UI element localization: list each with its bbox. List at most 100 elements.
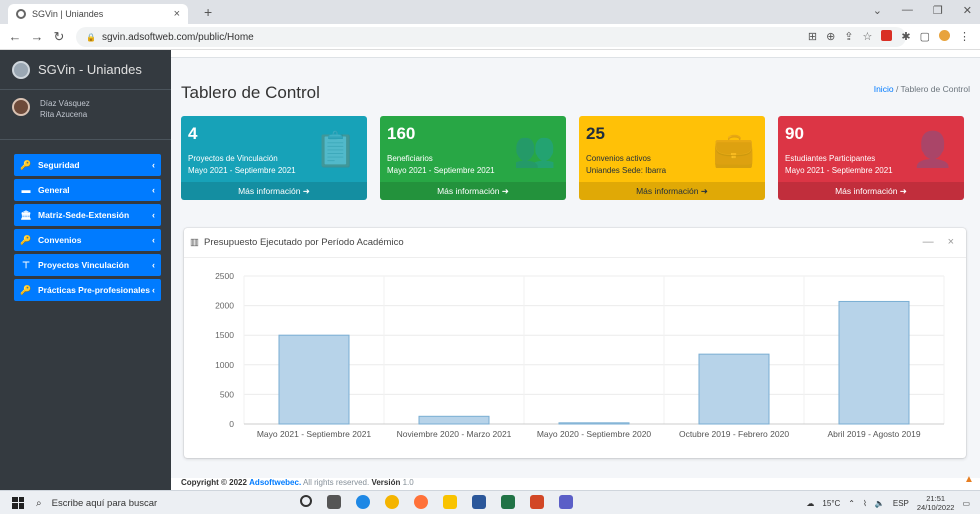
extension-icon[interactable] (881, 30, 893, 41)
user-panel[interactable]: Díaz Vásquez Rita Azucena (0, 90, 171, 140)
box-label: Beneficiarios (387, 154, 433, 163)
close-window-button[interactable]: ✕ (963, 4, 972, 17)
bar (698, 353, 770, 425)
maximize-button[interactable]: ❐ (933, 4, 943, 17)
y-tick-label: 500 (220, 389, 234, 399)
briefcase-icon: 💼 (712, 131, 755, 169)
box-sublabel: Uniandes Sede: Ibarra (586, 166, 667, 175)
star-icon[interactable]: ☆ (863, 30, 873, 43)
network-icon[interactable]: ⌇ (863, 499, 867, 508)
chrome-icon[interactable] (385, 495, 399, 509)
sidebar-item-matriz-sede-extension[interactable]: 🏛 Matriz-Sede-Extensión ‹ (14, 204, 161, 226)
file-explorer-icon[interactable] (443, 495, 457, 509)
card-title: Presupuesto Ejecutado por Período Académ… (203, 237, 404, 248)
powerpoint-icon[interactable] (530, 495, 544, 509)
sidebar: SGVin - Uniandes Díaz Vásquez Rita Azuce… (0, 50, 171, 490)
page-title: Tablero de Control (181, 83, 320, 102)
x-tick-label: Abril 2019 - Agosto 2019 (827, 429, 920, 439)
copyright-text: Copyright © 2022 (181, 478, 247, 487)
excel-icon[interactable] (501, 495, 515, 509)
box-value: 25 (586, 124, 605, 143)
chevron-down-icon[interactable]: ⌄ (873, 4, 882, 17)
box-label: Estudiantes Participantes (785, 154, 876, 163)
volume-icon[interactable]: 🔈 (875, 499, 885, 508)
language-indicator[interactable]: ESP (893, 499, 909, 508)
browser-tab[interactable]: SGVin | Uniandes × (8, 4, 188, 24)
sidebar-item-convenios[interactable]: 🔑 Convenios ‹ (14, 229, 161, 251)
box-sublabel: Mayo 2021 - Septiembre 2021 (785, 166, 893, 175)
url-input[interactable]: 🔒 sgvin.adsoftweb.com/public/Home (76, 27, 906, 47)
sidepanel-icon[interactable]: ▢ (920, 30, 930, 43)
sidebar-item-label: Proyectos Vinculación (38, 260, 130, 270)
box-label: Proyectos de Vinculación (188, 154, 278, 163)
clipboard-icon: 📋 (314, 131, 357, 169)
y-tick-label: 1500 (215, 330, 234, 340)
sidebar-item-label: Seguridad (38, 160, 80, 170)
breadcrumb: Inicio / Tablero de Control (874, 84, 970, 94)
institution-icon: 🏛 (20, 209, 32, 220)
chevron-left-icon: ‹ (152, 235, 155, 245)
more-info-link[interactable]: Más información ➜ (380, 182, 566, 200)
tab-close-icon[interactable]: × (174, 8, 180, 20)
new-tab-button[interactable]: + (204, 4, 212, 20)
more-info-link[interactable]: Más información ➜ (181, 182, 367, 200)
tray-chevron-icon[interactable]: ⌃ (848, 499, 855, 508)
more-info-link[interactable]: Más información ➜ (579, 182, 765, 200)
breadcrumb-home-link[interactable]: Inicio (874, 84, 894, 94)
back-button[interactable]: ← (8, 29, 22, 44)
collapse-button[interactable]: — (923, 236, 934, 248)
windows-start-icon[interactable] (12, 496, 24, 509)
user-name: Díaz Vásquez Rita Azucena (40, 98, 90, 120)
translate-icon[interactable]: ⊞ (808, 30, 817, 43)
task-view-icon[interactable] (327, 495, 341, 509)
teams-icon[interactable] (559, 495, 573, 509)
browser-tab-bar: SGVin | Uniandes × + ⌄ — ❐ ✕ (0, 0, 980, 24)
sidebar-item-practicas[interactable]: 🔑 Prácticas Pre-profesionales ‹ (14, 279, 161, 301)
notifications-icon[interactable]: ▭ (962, 499, 970, 508)
profile-avatar-icon[interactable] (939, 30, 950, 41)
clock[interactable]: 21:51 24/10/2022 (917, 494, 955, 512)
sidebar-item-proyectos-vinculacion[interactable]: ⊤ Proyectos Vinculación ‹ (14, 254, 161, 276)
word-icon[interactable] (472, 495, 486, 509)
version-label: Versión (371, 478, 401, 487)
address-bar-row: ← → ↻ 🔒 sgvin.adsoftweb.com/public/Home … (0, 24, 980, 50)
bar-chart-icon: ▥ (190, 237, 199, 248)
close-card-button[interactable]: × (948, 236, 954, 248)
company-link[interactable]: Adsoftwebec. (249, 478, 301, 487)
info-box-convenios: 25 Convenios activos Uniandes Sede: Ibar… (579, 116, 765, 200)
menu-dots-icon[interactable]: ⋮ (959, 30, 970, 43)
firefox-icon[interactable] (414, 495, 428, 509)
sidebar-item-general[interactable]: ▬ General ‹ (14, 179, 161, 201)
sidebar-item-seguridad[interactable]: 🔑 Seguridad ‹ (14, 154, 161, 176)
x-tick-label: Octubre 2019 - Febrero 2020 (679, 429, 789, 439)
taskbar-apps (300, 495, 573, 509)
brand-link[interactable]: SGVin - Uniandes (0, 50, 171, 90)
key-icon: 🔑 (20, 234, 32, 245)
share-icon[interactable]: ⇪ (844, 30, 853, 43)
zoom-icon[interactable]: ⊕ (826, 30, 835, 43)
weather-temp[interactable]: 15°C (822, 499, 840, 508)
brand-name: SGVin - Uniandes (38, 62, 142, 77)
key-icon: 🔑 (20, 159, 32, 170)
card-tools: — × (923, 236, 954, 248)
url-text: sgvin.adsoftweb.com/public/Home (101, 31, 254, 43)
main-content: Tablero de Control Inicio / Tablero de C… (171, 50, 980, 490)
scroll-up-icon[interactable]: ▲ (964, 474, 978, 488)
version-number: 1.0 (402, 478, 414, 487)
forward-button[interactable]: → (30, 29, 44, 44)
rights-text: All rights reserved. (302, 478, 370, 487)
edge-icon[interactable] (356, 495, 370, 509)
breadcrumb-current: Tablero de Control (900, 84, 970, 94)
taskbar-search-input[interactable]: ⌕ Escribe aquí para buscar (36, 495, 286, 511)
y-tick-label: 2000 (215, 301, 234, 311)
cortana-icon[interactable] (300, 495, 312, 507)
more-info-link[interactable]: Más información ➜ (778, 182, 964, 200)
budget-chart-card: ▥ Presupuesto Ejecutado por Período Acad… (184, 228, 966, 458)
reload-button[interactable]: ↻ (52, 29, 66, 45)
puzzle-icon[interactable]: ✱ (901, 30, 910, 43)
x-tick-label: Mayo 2021 - Septiembre 2021 (257, 429, 372, 439)
sidebar-item-label: Prácticas Pre-profesionales (38, 285, 150, 295)
sidebar-menu: 🔑 Seguridad ‹ ▬ General ‹ 🏛 Matriz-Sede-… (0, 140, 171, 301)
sitemap-icon: ⊤ (22, 259, 30, 270)
minimize-button[interactable]: — (902, 4, 913, 17)
